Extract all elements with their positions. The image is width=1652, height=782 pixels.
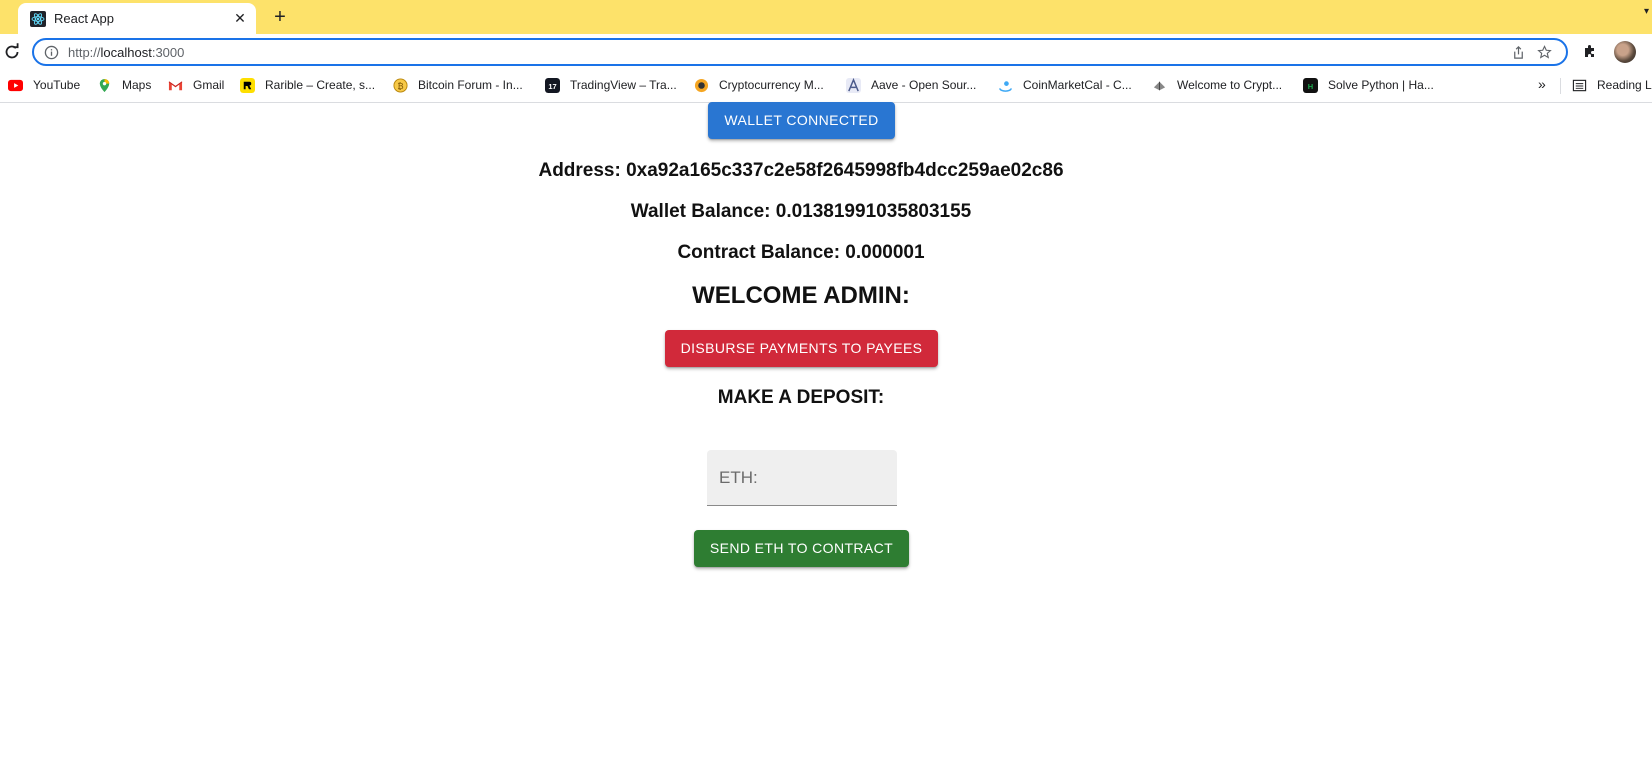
crypto-icon bbox=[1153, 81, 1166, 91]
maps-icon bbox=[99, 78, 110, 93]
tradingview-icon: 17 bbox=[545, 78, 560, 93]
bookmarks-divider bbox=[1560, 78, 1561, 94]
svg-text:17: 17 bbox=[548, 82, 556, 91]
rarible-icon bbox=[240, 78, 255, 93]
wallet-balance: Wallet Balance: 0.01381991035803155 bbox=[630, 201, 972, 222]
bitcoin-icon: ₿ bbox=[393, 78, 408, 93]
reload-icon[interactable] bbox=[2, 42, 22, 62]
coinmarketcap-icon bbox=[694, 78, 709, 93]
send-eth-button[interactable]: SEND ETH TO CONTRACT bbox=[694, 530, 909, 567]
bookmarks-bar: YouTube Maps Gmail Rarible – Create, s..… bbox=[0, 70, 1652, 103]
share-icon[interactable] bbox=[1511, 45, 1526, 60]
react-icon bbox=[30, 11, 46, 27]
new-tab-icon[interactable]: + bbox=[270, 7, 290, 27]
gmail-icon bbox=[168, 81, 183, 91]
profile-avatar[interactable] bbox=[1614, 41, 1636, 63]
wallet-connected-button[interactable]: WALLET CONNECTED bbox=[708, 102, 895, 139]
hackerrank-icon: H bbox=[1303, 78, 1318, 93]
youtube-icon bbox=[8, 79, 23, 92]
close-tab-icon[interactable]: ✕ bbox=[232, 10, 248, 26]
address-bar[interactable]: http://localhost:3000 bbox=[32, 38, 1568, 66]
browser-tab[interactable]: React App ✕ bbox=[18, 3, 256, 34]
svg-text:H: H bbox=[1308, 82, 1313, 91]
eth-amount-field bbox=[707, 450, 897, 506]
page-content: WALLET CONNECTED Address: 0xa92a165c337c… bbox=[0, 102, 1652, 782]
disburse-payments-button[interactable]: DISBURSE PAYMENTS TO PAYEES bbox=[665, 330, 938, 367]
browser-toolbar: http://localhost:3000 bbox=[0, 34, 1652, 70]
site-info-icon[interactable] bbox=[44, 45, 59, 60]
aave-icon bbox=[846, 78, 861, 93]
reading-list-icon bbox=[1572, 79, 1587, 92]
tab-strip: React App ✕ + ▾ bbox=[0, 0, 1652, 34]
wallet-address: Address: 0xa92a165c337c2e58f2645998fb4dc… bbox=[538, 160, 1064, 181]
bookmark-star-icon[interactable] bbox=[1537, 45, 1552, 60]
svg-text:₿: ₿ bbox=[397, 81, 403, 91]
coinmarketcal-icon bbox=[999, 81, 1012, 92]
contract-balance: Contract Balance: 0.000001 bbox=[677, 242, 925, 263]
tab-title: React App bbox=[54, 11, 114, 26]
more-bookmarks-icon[interactable]: » bbox=[1538, 76, 1546, 92]
eth-amount-input[interactable] bbox=[707, 450, 897, 505]
extensions-icon[interactable] bbox=[1582, 44, 1598, 60]
deposit-heading: MAKE A DEPOSIT: bbox=[717, 387, 885, 408]
url-text[interactable]: http://localhost:3000 bbox=[68, 45, 184, 60]
welcome-heading: WELCOME ADMIN: bbox=[692, 282, 910, 309]
tab-search-icon[interactable]: ▾ bbox=[1644, 6, 1652, 17]
